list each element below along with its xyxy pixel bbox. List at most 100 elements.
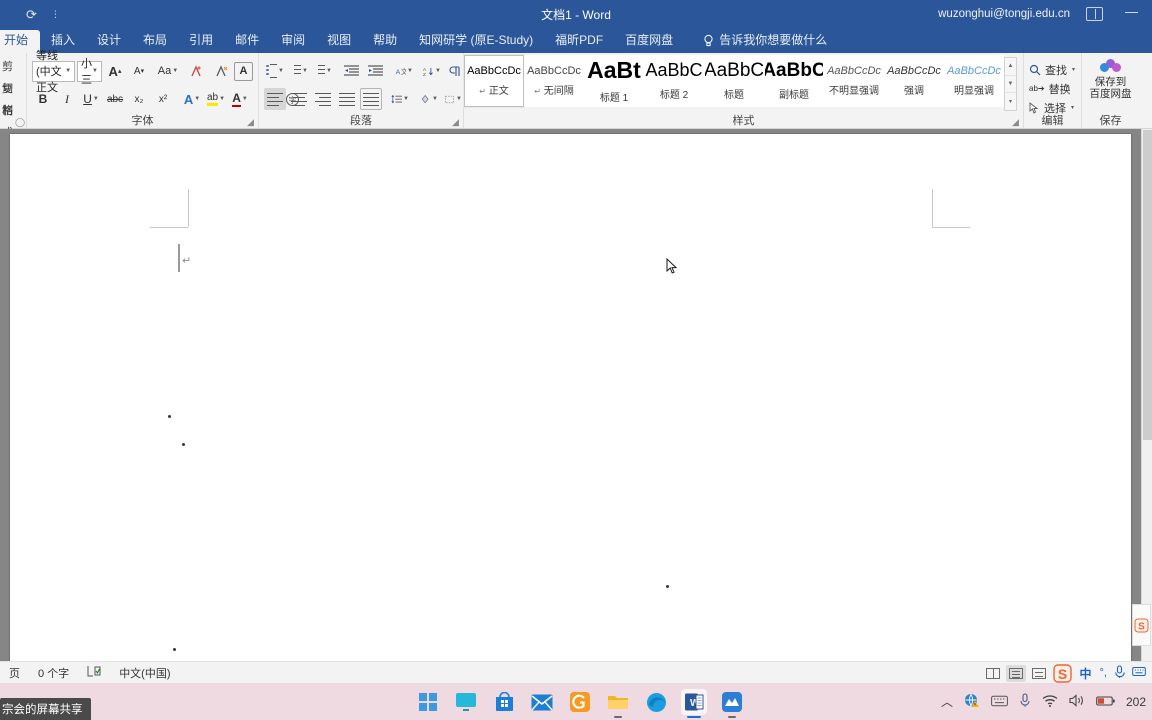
view-read-mode[interactable] — [983, 665, 1003, 682]
task-view-button[interactable] — [453, 689, 479, 715]
style-subtitle[interactable]: AaBbC 副标题 — [764, 55, 824, 107]
decrease-indent-icon[interactable] — [340, 60, 362, 82]
tab-baidu-netdisk[interactable]: 百度网盘 — [614, 30, 684, 53]
styles-more[interactable]: ▾ — [1005, 93, 1016, 110]
language-indicator[interactable]: 中文(中国) — [110, 665, 179, 681]
style-title[interactable]: AaBbC 标题 — [704, 55, 764, 107]
align-center-icon[interactable] — [288, 88, 310, 110]
italic-button[interactable]: I — [56, 88, 78, 110]
word-count[interactable]: 0 个字 — [29, 665, 78, 681]
network-warning-icon[interactable] — [964, 693, 980, 710]
phonetic-guide-icon[interactable]: A — [234, 61, 253, 81]
clipboard-dialog-launcher[interactable]: ◯ — [15, 118, 25, 127]
proofing-icon[interactable] — [78, 665, 110, 680]
tab-cnki-estudy[interactable]: 知网研学 (原E-Study) — [408, 30, 544, 53]
font-name-combo[interactable]: 等线 (中文正文 ▼ — [32, 50, 76, 94]
microsoft-edge-button[interactable] — [643, 689, 669, 715]
paragraph-dialog-launcher[interactable]: ◢ — [452, 118, 461, 127]
wifi-icon[interactable] — [1042, 694, 1058, 709]
file-explorer-button[interactable] — [605, 689, 631, 718]
battery-icon[interactable] — [1096, 695, 1115, 709]
microphone-icon[interactable] — [1112, 664, 1127, 682]
show-hidden-icons-button[interactable]: ︿ — [941, 696, 953, 708]
style-no-spacing[interactable]: AaBbCcDc ↵ 无间隔 — [524, 55, 584, 107]
ime-mode-chinese[interactable]: 中 — [1077, 665, 1095, 682]
tab-review[interactable]: 审阅 — [270, 30, 316, 53]
volume-icon[interactable] — [1069, 694, 1085, 709]
bullets-icon[interactable]: ▼ — [264, 60, 286, 82]
document-area[interactable]: ↵ S — [0, 129, 1152, 661]
sogou-ime-badge[interactable]: S — [1052, 662, 1074, 684]
styles-scroller[interactable]: ▲ ▼ ▾ — [1004, 57, 1017, 111]
cut-button[interactable]: 剪切 — [0, 56, 21, 95]
line-spacing-icon[interactable]: ▼ — [389, 88, 411, 110]
sogou-ime-floating-icon[interactable]: S — [1132, 604, 1151, 646]
tab-view[interactable]: 视图 — [316, 30, 362, 53]
microsoft-store-button[interactable] — [491, 689, 517, 715]
ime-keyboard-icon[interactable] — [1130, 666, 1148, 680]
copy-button[interactable]: 复制 — [0, 78, 21, 117]
strikethrough-button[interactable]: abc — [104, 88, 126, 110]
numbering-icon[interactable]: ▼ — [288, 60, 310, 82]
styles-scroll-up[interactable]: ▲ — [1005, 58, 1016, 76]
styles-scroll-down[interactable]: ▼ — [1005, 76, 1016, 94]
style-intense-emphasis[interactable]: AaBbCcDc 明显强调 — [944, 55, 1004, 107]
tab-design[interactable]: 设计 — [86, 30, 132, 53]
save-to-baidu-button[interactable]: 保存到 百度网盘 — [1087, 56, 1134, 100]
borders-icon[interactable]: ▼ — [442, 88, 464, 110]
align-right-icon[interactable] — [312, 88, 334, 110]
microphone-icon[interactable] — [1019, 693, 1031, 710]
quick-access-more-icon[interactable]: ⋮ — [51, 9, 60, 19]
tab-home[interactable]: 开始 — [0, 30, 41, 53]
vertical-scrollbar[interactable] — [1141, 129, 1152, 661]
view-print-layout[interactable] — [1005, 664, 1026, 682]
alipan-app-button[interactable] — [719, 689, 745, 718]
page-indicator[interactable]: 页 — [0, 665, 29, 681]
clear-formatting-icon[interactable] — [210, 60, 232, 82]
style-heading-1[interactable]: AaBt 标题 1 — [584, 55, 644, 107]
style-normal[interactable]: AaBbCcDc ↵ 正文 — [463, 54, 525, 108]
subscript-button[interactable]: x₂ — [128, 88, 150, 110]
word-button[interactable]: W — [681, 689, 707, 718]
tab-layout[interactable]: 布局 — [132, 30, 178, 53]
account-name[interactable]: wuzonghui@tongji.edu.cn — [938, 8, 1070, 20]
sort-icon[interactable]: A Z ▼ — [421, 60, 443, 82]
grow-font-button[interactable]: A ▴ — [104, 60, 126, 82]
find-button[interactable]: 查找 ▾ — [1029, 60, 1076, 79]
start-button[interactable] — [415, 689, 441, 715]
text-effects-gallery-icon[interactable]: A ▼ — [181, 88, 203, 110]
ime-punctuation[interactable]: °, — [1098, 667, 1109, 679]
style-subtle-emphasis[interactable]: AaBbCcDc 不明显强调 — [824, 55, 884, 107]
scrollbar-thumb[interactable] — [1143, 130, 1152, 440]
tab-help[interactable]: 帮助 — [362, 30, 408, 53]
font-color-icon[interactable]: A ▼ — [229, 88, 251, 110]
autosave-refresh-icon[interactable]: ⟳ — [26, 8, 37, 21]
justify-icon[interactable] — [336, 88, 358, 110]
gaoding-app-button[interactable] — [567, 689, 593, 715]
minimize-button[interactable]: — — [1119, 4, 1144, 25]
shading-icon[interactable]: ▼ — [418, 88, 440, 110]
font-dialog-launcher[interactable]: ◢ — [247, 118, 256, 127]
replace-button[interactable]: ab➔ 替换 — [1029, 79, 1076, 98]
document-page[interactable]: ↵ — [10, 134, 1131, 661]
tab-mailings[interactable]: 邮件 — [224, 30, 270, 53]
mail-button[interactable] — [529, 689, 555, 715]
text-effects-icon[interactable] — [186, 60, 208, 82]
ribbon-display-options-icon[interactable] — [1086, 7, 1103, 21]
text-highlight-icon[interactable]: ab ▼ — [205, 88, 227, 110]
underline-button[interactable]: U ▼ — [80, 88, 102, 110]
screen-share-notice[interactable]: 宗会的屏幕共享 — [0, 698, 91, 720]
font-size-combo[interactable]: 小三 ▼ — [77, 58, 102, 86]
tell-me-box[interactable]: 告诉我你想要做什么 — [692, 30, 838, 53]
align-left-icon[interactable] — [264, 88, 286, 110]
style-emphasis[interactable]: AaBbCcDc 强调 — [884, 55, 944, 107]
distribute-icon[interactable] — [360, 88, 382, 110]
east-asian-layout-icon[interactable]: A文▼ — [393, 60, 415, 82]
tab-foxit-pdf[interactable]: 福昕PDF — [544, 30, 614, 53]
superscript-button[interactable]: x² — [152, 88, 174, 110]
bold-button[interactable]: B — [32, 88, 54, 110]
styles-dialog-launcher[interactable]: ◢ — [1012, 118, 1021, 127]
increase-indent-icon[interactable] — [364, 60, 386, 82]
style-heading-2[interactable]: AaBbC 标题 2 — [644, 55, 704, 107]
tab-references[interactable]: 引用 — [178, 30, 224, 53]
